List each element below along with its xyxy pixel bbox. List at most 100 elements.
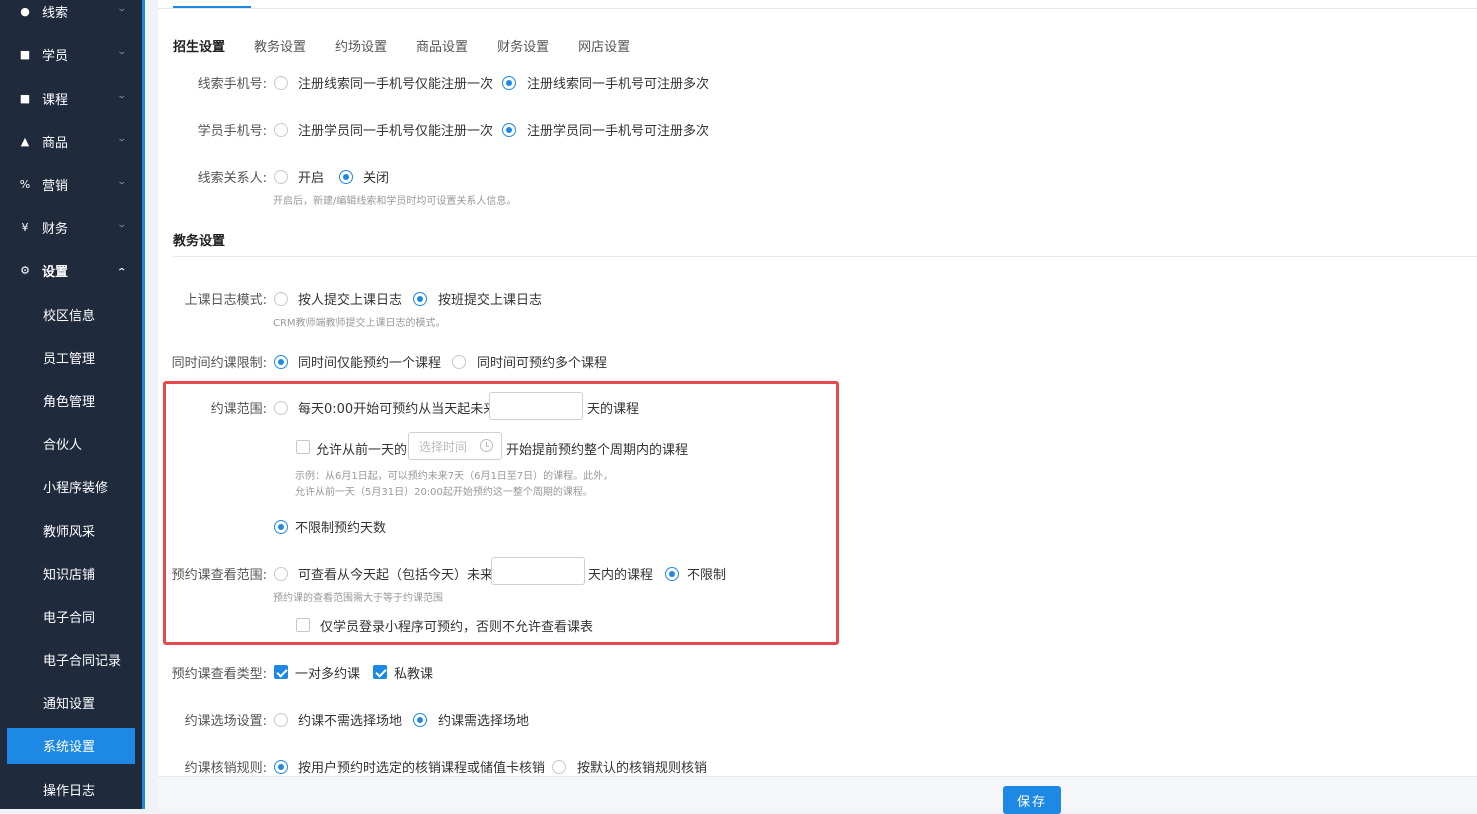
- chevron-down-icon: ⌄: [116, 134, 128, 144]
- view-type-private-label[interactable]: 私教课: [394, 663, 433, 682]
- clue-phone-radio-once[interactable]: [274, 76, 288, 90]
- sidebar-item-label: 商品: [42, 136, 69, 151]
- verify-rule-radio-default[interactable]: [552, 760, 566, 774]
- venue-opt-yes[interactable]: 约课需选择场地: [438, 710, 529, 729]
- sidebar-item-marketing[interactable]: % 营销 ⌄: [0, 163, 142, 206]
- student-phone-radio-multi[interactable]: [502, 123, 516, 137]
- venue-radio-yes[interactable]: [413, 713, 427, 727]
- clue-phone-opt-multi[interactable]: 注册线索同一手机号可注册多次: [527, 73, 709, 92]
- sidebar-sub-roles[interactable]: 角色管理: [0, 379, 142, 422]
- time-limit-radio-multi[interactable]: [452, 355, 466, 369]
- tab-goods[interactable]: 商品设置: [416, 36, 468, 55]
- sidebar-item-label: 设置: [42, 265, 69, 280]
- booking-range-radio-days[interactable]: [274, 401, 288, 415]
- booking-range-opt-days-post: 天的课程: [587, 402, 640, 417]
- chevron-down-icon: ⌄: [116, 4, 128, 14]
- view-type-group-checkbox[interactable]: [274, 665, 288, 679]
- view-type-label: 预约课查看类型:: [171, 667, 267, 682]
- contact-radio-off[interactable]: [339, 170, 353, 184]
- venue-opt-no[interactable]: 约课不需选择场地: [298, 710, 402, 729]
- log-mode-hint: CRM教师端教师提交上课日志的模式。: [273, 318, 446, 329]
- contact-opt-off[interactable]: 关闭: [363, 167, 389, 186]
- sidebar-sub-system[interactable]: 系统设置: [0, 724, 142, 767]
- log-mode-opt-person[interactable]: 按人提交上课日志: [298, 289, 402, 308]
- log-mode-radio-class[interactable]: [413, 292, 427, 306]
- sidebar-sub-notify[interactable]: 通知设置: [0, 681, 142, 724]
- save-button[interactable]: 保存: [1003, 786, 1061, 814]
- venue-radio-no[interactable]: [274, 713, 288, 727]
- booking-days-input[interactable]: [489, 392, 583, 420]
- footer-bar: [158, 776, 1477, 809]
- view-type-private-checkbox[interactable]: [373, 665, 387, 679]
- log-mode-radio-person[interactable]: [274, 292, 288, 306]
- sidebar-sub-miniapp[interactable]: 小程序装修: [0, 465, 142, 508]
- sidebar-sub-oplog[interactable]: 操作日志: [0, 768, 142, 811]
- allow-advance-pre: 允许从前一天的: [316, 443, 408, 458]
- top-divider: [158, 8, 1477, 9]
- view-range-radio-days[interactable]: [274, 567, 288, 581]
- student-phone-opt-multi[interactable]: 注册学员同一手机号可注册多次: [527, 120, 709, 139]
- time-limit-label: 同时间约课限制:: [171, 356, 267, 371]
- sidebar-item-student[interactable]: ■ 学员 ⌄: [0, 33, 142, 76]
- sidebar-sub-staff[interactable]: 员工管理: [0, 336, 142, 379]
- tab-finance[interactable]: 财务设置: [497, 36, 549, 55]
- contact-opt-on[interactable]: 开启: [298, 167, 324, 186]
- sidebar-item-finance[interactable]: ¥ 财务 ⌄: [0, 206, 142, 249]
- sidebar-item-goods[interactable]: ▲ 商品 ⌄: [0, 120, 142, 163]
- booking-range-radio-unlimited[interactable]: [274, 520, 288, 534]
- clock-icon: [480, 439, 493, 452]
- book-icon: ■: [19, 92, 31, 105]
- student-only-checkbox[interactable]: [296, 618, 310, 632]
- top-tab-indicator: [173, 6, 251, 8]
- booking-range-opt-days-pre: 每天0:00开始可预约从当天起未来: [298, 402, 497, 417]
- view-days-input[interactable]: [491, 557, 585, 585]
- sidebar-item-course[interactable]: ■ 课程 ⌄: [0, 77, 142, 120]
- view-range-opt-unlimited[interactable]: 不限制: [687, 564, 726, 583]
- student-only-label[interactable]: 仅学员登录小程序可预约，否则不允许查看课表: [320, 616, 593, 635]
- log-mode-opt-class[interactable]: 按班提交上课日志: [438, 289, 542, 308]
- advance-time-picker[interactable]: 选择时间: [408, 432, 502, 460]
- sidebar-sub-partner[interactable]: 合伙人: [0, 422, 142, 465]
- sidebar-item-label: 课程: [42, 93, 69, 108]
- time-limit-radio-one[interactable]: [274, 355, 288, 369]
- sidebar-item-clue[interactable]: ● 线索 ⌄: [0, 0, 142, 33]
- tab-enroll[interactable]: 招生设置: [173, 36, 225, 55]
- clue-phone-radio-multi[interactable]: [502, 76, 516, 90]
- chevron-up-icon: ⌄: [116, 265, 128, 275]
- sidebar-sub-contract-log[interactable]: 电子合同记录: [0, 638, 142, 681]
- verify-rule-radio-selected[interactable]: [274, 760, 288, 774]
- view-range-opt-days-post: 天内的课程: [588, 568, 654, 583]
- allow-advance-checkbox[interactable]: [296, 440, 310, 454]
- student-icon: ■: [19, 48, 31, 61]
- view-type-group-label[interactable]: 一对多约课: [295, 663, 360, 682]
- sidebar-item-label: 财务: [42, 222, 69, 237]
- tab-webshop[interactable]: 网店设置: [578, 36, 630, 55]
- view-range-radio-unlimited[interactable]: [665, 567, 679, 581]
- sidebar-item-label: 营销: [42, 179, 69, 194]
- verify-rule-label: 约课核销规则:: [184, 761, 267, 776]
- booking-range-opt-unlimited[interactable]: 不限制预约天数: [295, 517, 386, 536]
- sidebar-sub-contract[interactable]: 电子合同: [0, 595, 142, 638]
- view-range-label: 预约课查看范围:: [171, 568, 267, 583]
- percent-icon: %: [19, 178, 31, 191]
- allow-advance-post: 开始提前预约整个周期内的课程: [506, 443, 689, 458]
- gear-icon: ⚙: [20, 264, 30, 277]
- verify-rule-opt-default[interactable]: 按默认的核销规则核销: [577, 757, 707, 776]
- sidebar-sub-teachers[interactable]: 教师风采: [0, 509, 142, 552]
- time-limit-opt-one[interactable]: 同时间仅能预约一个课程: [298, 352, 441, 371]
- clue-phone-opt-once[interactable]: 注册线索同一手机号仅能注册一次: [298, 73, 493, 92]
- user-icon: ●: [20, 5, 30, 18]
- sidebar-sub-campus[interactable]: 校区信息: [0, 293, 142, 336]
- student-phone-opt-once[interactable]: 注册学员同一手机号仅能注册一次: [298, 120, 493, 139]
- verify-rule-opt-selected[interactable]: 按用户预约时选定的核销课程或储值卡核销: [298, 757, 545, 776]
- time-limit-opt-multi[interactable]: 同时间可预约多个课程: [477, 352, 607, 371]
- student-phone-radio-once[interactable]: [274, 123, 288, 137]
- sidebar-item-settings[interactable]: ⚙ 设置 ⌄: [0, 249, 142, 292]
- tab-venue[interactable]: 约场设置: [335, 36, 387, 55]
- contact-label: 线索关系人:: [197, 171, 267, 186]
- sidebar-sub-shop[interactable]: 知识店铺: [0, 552, 142, 595]
- student-phone-label: 学员手机号:: [197, 124, 267, 139]
- contact-radio-on[interactable]: [274, 170, 288, 184]
- tab-academic[interactable]: 教务设置: [254, 36, 306, 55]
- chevron-down-icon: ⌄: [116, 177, 128, 187]
